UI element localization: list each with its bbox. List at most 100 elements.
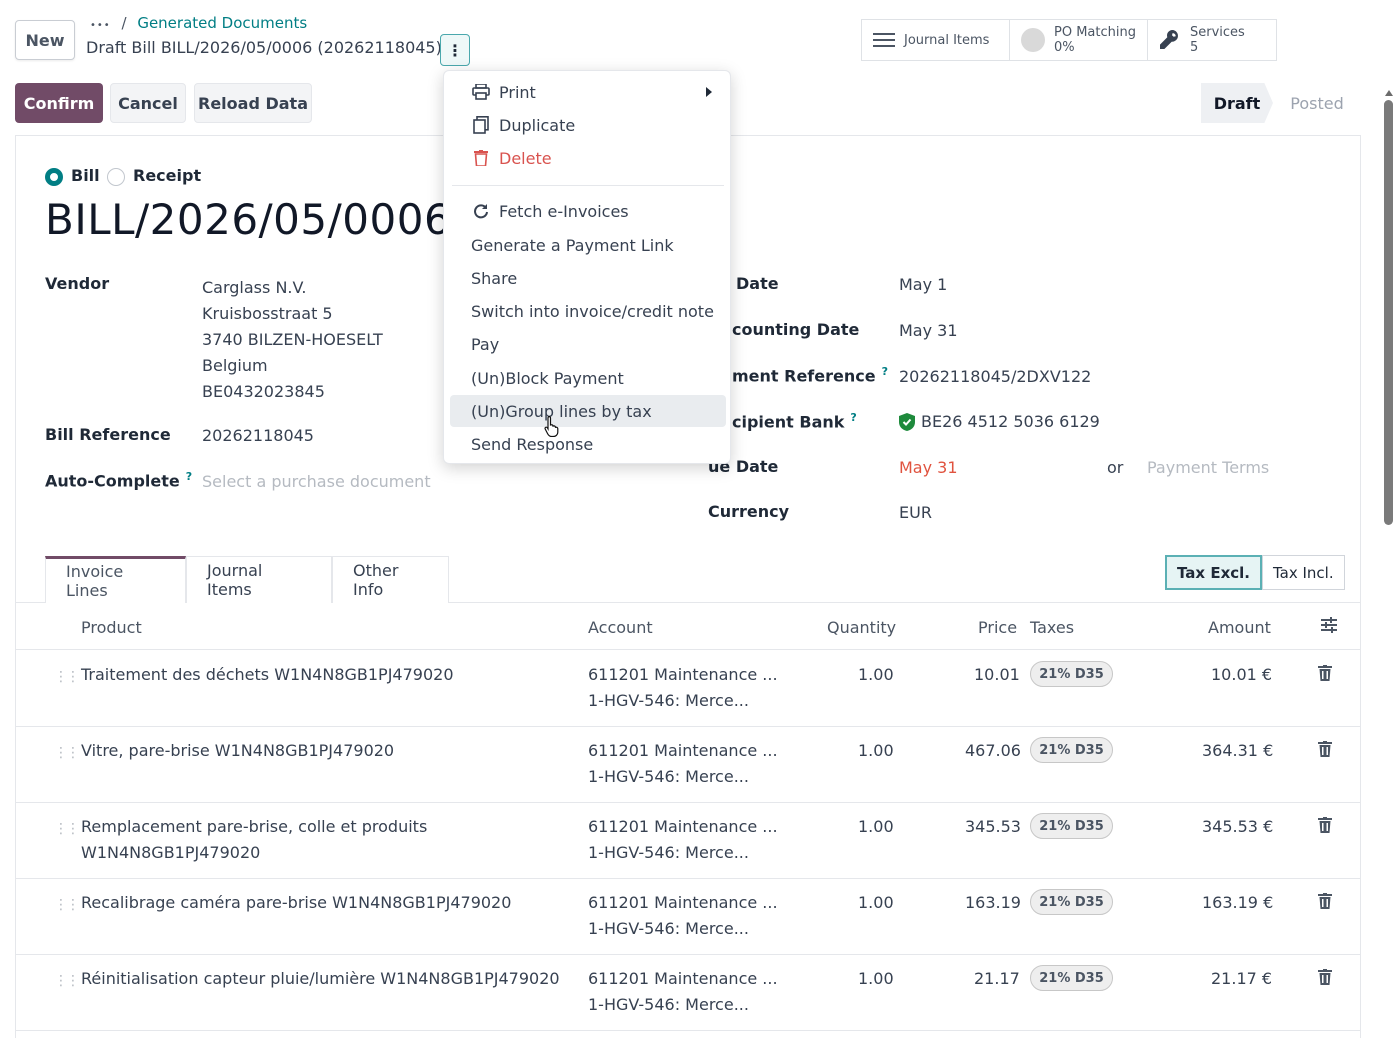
po-matching-smart-button[interactable]: PO Matching 0%: [1010, 20, 1148, 60]
accounting-date-input[interactable]: May 31: [899, 321, 958, 340]
scroll-up-arrow-icon[interactable]: [1385, 90, 1393, 96]
row-product[interactable]: Traitement des déchets W1N4N8GB1PJ479020: [81, 665, 454, 684]
trash-icon[interactable]: [1318, 741, 1332, 761]
row-account[interactable]: 611201 Maintenance ...: [588, 817, 778, 836]
row-price[interactable]: 10.01: [974, 665, 1020, 684]
row-analytic[interactable]: 1-HGV-546: Merce...: [588, 767, 749, 786]
trash-icon[interactable]: [1318, 969, 1332, 989]
menu-item-share[interactable]: Share: [444, 262, 730, 294]
tax-badge[interactable]: 21% D35: [1030, 965, 1113, 991]
due-date-input[interactable]: May 31: [899, 458, 958, 477]
table-row[interactable]: ⋮⋮ Réinitialisation capteur pluie/lumièr…: [16, 955, 1360, 1031]
column-taxes[interactable]: Taxes: [1030, 618, 1074, 637]
trash-icon[interactable]: [1318, 817, 1332, 837]
table-row[interactable]: ⋮⋮ Remplacement pare-brise, colle et pro…: [16, 803, 1360, 879]
column-product[interactable]: Product: [81, 618, 142, 637]
row-account[interactable]: 611201 Maintenance ...: [588, 969, 778, 988]
row-price[interactable]: 467.06: [965, 741, 1021, 760]
row-price[interactable]: 21.17: [974, 969, 1020, 988]
row-analytic[interactable]: 1-HGV-546: Merce...: [588, 691, 749, 710]
tab-journal-items[interactable]: Journal Items: [186, 556, 332, 603]
menu-item-send-response[interactable]: Send Response: [444, 428, 730, 460]
drag-handle-icon[interactable]: ⋮⋮: [54, 821, 80, 837]
row-quantity[interactable]: 1.00: [858, 741, 894, 760]
row-price[interactable]: 163.19: [965, 893, 1021, 912]
status-draft[interactable]: Draft: [1201, 83, 1273, 123]
menu-item-fetch-einvoices[interactable]: Fetch e-Invoices: [444, 195, 730, 227]
new-button[interactable]: New: [15, 20, 75, 60]
table-row[interactable]: ⋮⋮ Traitement des déchets W1N4N8GB1PJ479…: [16, 651, 1360, 727]
row-product[interactable]: Vitre, pare-brise W1N4N8GB1PJ479020: [81, 741, 394, 760]
column-account[interactable]: Account: [588, 618, 653, 637]
drag-handle-icon[interactable]: ⋮⋮: [54, 669, 80, 685]
row-account[interactable]: 611201 Maintenance ...: [588, 665, 778, 684]
payment-terms-select[interactable]: Payment Terms: [1147, 458, 1269, 477]
menu-item-payment-link[interactable]: Generate a Payment Link: [444, 229, 730, 261]
row-product[interactable]: Recalibrage caméra pare-brise W1N4N8GB1P…: [81, 893, 511, 912]
bill-radio-label[interactable]: Bill: [71, 166, 100, 185]
drag-handle-icon[interactable]: ⋮⋮: [54, 745, 80, 761]
tax-badge[interactable]: 21% D35: [1030, 661, 1113, 687]
column-amount[interactable]: Amount: [1208, 618, 1271, 637]
row-account[interactable]: 611201 Maintenance ...: [588, 893, 778, 912]
row-product[interactable]: Réinitialisation capteur pluie/lumière W…: [81, 969, 560, 988]
tab-other-info[interactable]: Other Info: [332, 556, 449, 603]
trash-icon[interactable]: [1318, 893, 1332, 913]
help-icon[interactable]: ?: [186, 470, 192, 483]
bill-reference-input[interactable]: 20262118045: [202, 426, 314, 445]
row-quantity[interactable]: 1.00: [858, 665, 894, 684]
menu-item-duplicate[interactable]: Duplicate: [444, 109, 730, 141]
purchase-document-select[interactable]: Select a purchase document: [202, 472, 431, 491]
row-product-line2[interactable]: W1N4N8GB1PJ479020: [81, 843, 260, 862]
row-analytic[interactable]: 1-HGV-546: Merce...: [588, 995, 749, 1014]
row-quantity[interactable]: 1.00: [858, 817, 894, 836]
tax-badge[interactable]: 21% D35: [1030, 889, 1113, 915]
menu-item-pay[interactable]: Pay: [444, 328, 730, 360]
bill-radio[interactable]: [45, 168, 63, 186]
receipt-radio-label[interactable]: Receipt: [133, 166, 201, 185]
services-smart-button[interactable]: Services 5: [1148, 20, 1276, 60]
journal-items-smart-button[interactable]: Journal Items: [862, 20, 1010, 60]
row-analytic[interactable]: 1-HGV-546: Merce...: [588, 843, 749, 862]
drag-handle-icon[interactable]: ⋮⋮: [54, 973, 80, 989]
row-quantity[interactable]: 1.00: [858, 893, 894, 912]
column-quantity[interactable]: Quantity: [827, 618, 896, 637]
payment-reference-input[interactable]: 20262118045/2DXV122: [899, 367, 1091, 386]
menu-item-group-lines-by-tax[interactable]: (Un)Group lines by tax: [450, 395, 726, 427]
menu-item-print[interactable]: Print: [444, 76, 730, 108]
menu-item-block-payment[interactable]: (Un)Block Payment: [444, 362, 730, 394]
tax-incl-button[interactable]: Tax Incl.: [1261, 555, 1345, 590]
scrollbar-thumb[interactable]: [1384, 100, 1393, 525]
help-icon[interactable]: ?: [850, 411, 856, 424]
receipt-radio[interactable]: [107, 168, 125, 186]
help-icon[interactable]: ?: [882, 365, 888, 378]
menu-item-switch-invoice[interactable]: Switch into invoice/credit note: [444, 295, 730, 327]
trash-icon[interactable]: [1318, 665, 1332, 685]
breadcrumb-generated-documents[interactable]: Generated Documents: [137, 14, 307, 32]
tax-badge[interactable]: 21% D35: [1030, 813, 1113, 839]
column-settings-icon[interactable]: [1320, 616, 1338, 638]
breadcrumb-ellipsis[interactable]: •••: [90, 20, 111, 31]
table-row[interactable]: ⋮⋮ Recalibrage caméra pare-brise W1N4N8G…: [16, 879, 1360, 955]
table-row[interactable]: ⋮⋮ Vitre, pare-brise W1N4N8GB1PJ479020 6…: [16, 727, 1360, 803]
currency-select[interactable]: EUR: [899, 503, 932, 522]
row-price[interactable]: 345.53: [965, 817, 1021, 836]
tax-badge[interactable]: 21% D35: [1030, 737, 1113, 763]
status-posted[interactable]: Posted: [1273, 83, 1361, 123]
row-product[interactable]: Remplacement pare-brise, colle et produi…: [81, 817, 427, 836]
cancel-button[interactable]: Cancel: [110, 83, 186, 123]
recipient-bank-input[interactable]: BE26 4512 5036 6129: [899, 412, 1100, 431]
bill-date-input[interactable]: May 1: [899, 275, 947, 294]
row-quantity[interactable]: 1.00: [858, 969, 894, 988]
drag-handle-icon[interactable]: ⋮⋮: [54, 897, 80, 913]
tab-invoice-lines[interactable]: Invoice Lines: [45, 556, 186, 603]
tax-excl-button[interactable]: Tax Excl.: [1165, 555, 1262, 590]
actions-menu-button[interactable]: ⋮: [440, 34, 470, 66]
reload-data-button[interactable]: Reload Data: [194, 83, 312, 123]
confirm-button[interactable]: Confirm: [15, 83, 103, 123]
vendor-field[interactable]: Carglass N.V. Kruisbosstraat 5 3740 BILZ…: [202, 275, 383, 405]
column-price[interactable]: Price: [978, 618, 1017, 637]
row-account[interactable]: 611201 Maintenance ...: [588, 741, 778, 760]
menu-item-delete[interactable]: Delete: [444, 142, 730, 174]
row-analytic[interactable]: 1-HGV-546: Merce...: [588, 919, 749, 938]
